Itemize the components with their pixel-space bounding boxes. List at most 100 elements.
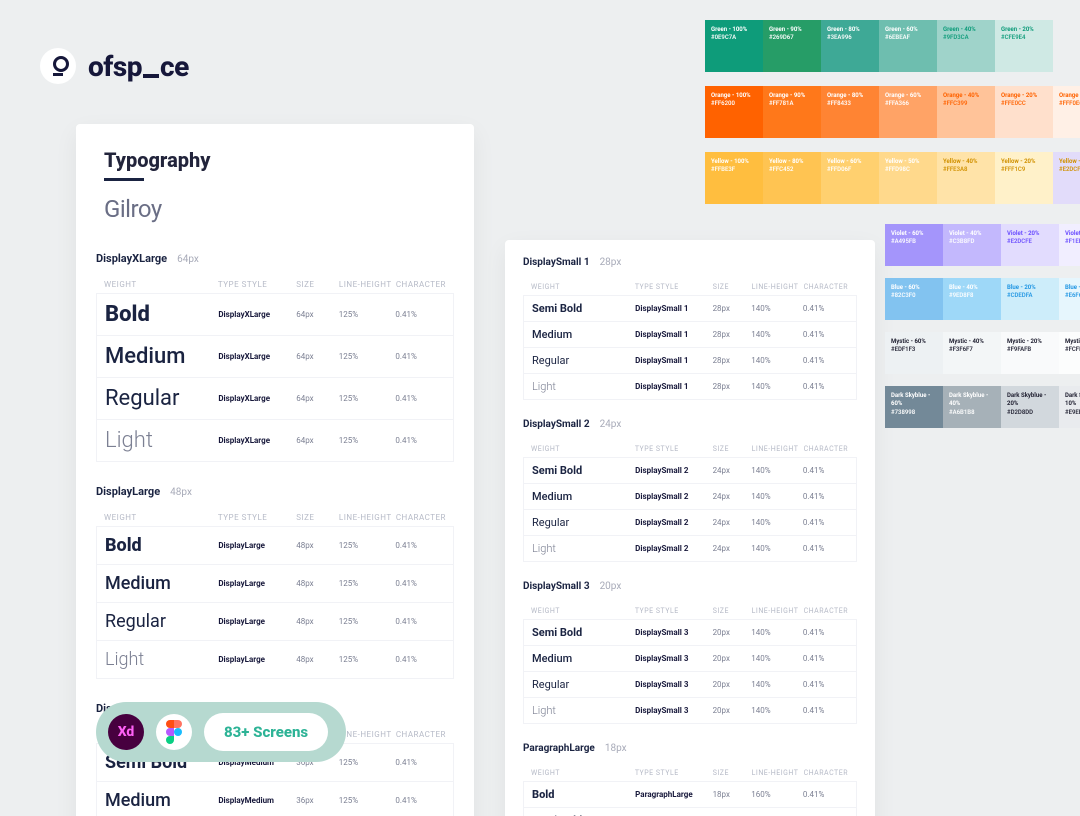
color-swatch: Blue - 60%#82C3F0 — [885, 278, 943, 320]
type-row: RegularDisplaySmall 224px140%0.41% — [523, 510, 857, 536]
color-swatch: Green - 100%#0E9C7A — [705, 20, 763, 72]
color-swatch: Yellow - 80%#FFC452 — [763, 152, 821, 204]
cell-size: 24px — [713, 466, 752, 475]
type-row: MediumDisplaySmall 320px140%0.41% — [523, 646, 857, 672]
cell-character: 0.41% — [395, 310, 445, 319]
color-swatch: Green - 80%#3EA996 — [821, 20, 879, 72]
platform-badge: Xd 83+ Screens — [96, 702, 346, 762]
cell-type-style: DisplayXLarge — [218, 436, 296, 445]
color-palette: Green - 100%#0E9C7AGreen - 90%#269D67Gre… — [705, 20, 1080, 440]
cell-type-style: DisplaySmall 3 — [635, 680, 712, 689]
weight-sample: Medium — [105, 344, 218, 369]
swatch-hex: #F9FAFB — [1007, 346, 1031, 353]
cell-size: 48px — [296, 655, 339, 664]
col-line-height: LINE-HEIGHT — [752, 445, 804, 453]
swatch-hex: #82C3F0 — [891, 292, 916, 299]
color-swatch: Orange - 60%#FFA366 — [879, 86, 937, 138]
type-group: ParagraphLarge 18px WEIGHTTYPE STYLESIZELI… — [505, 726, 875, 816]
cell-type-style: DisplayXLarge — [218, 394, 296, 403]
swatch-hex: #A6B1B8 — [949, 409, 975, 416]
cell-line-height: 140% — [751, 492, 803, 501]
type-row: LightDisplayLarge48px125%0.41% — [96, 641, 454, 679]
type-table-head: WEIGHTTYPE STYLESIZELINE-HEIGHTCHARACTER — [523, 765, 857, 781]
cell-line-height: 125% — [339, 579, 396, 588]
col-weight: WEIGHT — [531, 283, 635, 291]
brand-logo: ofspce — [40, 48, 189, 84]
cell-size: 48px — [296, 541, 339, 550]
cell-character: 0.41% — [803, 492, 848, 501]
col-type-style: TYPE STYLE — [635, 445, 713, 453]
type-table-head: WEIGHTTYPE STYLESIZELINE-HEIGHTCHARACTER — [96, 276, 454, 293]
color-swatch: Violet - 20%#E2DCFE — [1001, 224, 1059, 266]
color-swatch: Mystic - 10%#FCFDFD — [1059, 332, 1080, 374]
weight-sample: Bold — [105, 302, 218, 327]
cell-size: 20px — [713, 654, 752, 663]
cell-line-height: 125% — [339, 617, 396, 626]
cell-character: 0.41% — [803, 628, 848, 637]
swatch-hex: #FFD06F — [827, 166, 851, 173]
col-weight: WEIGHT — [104, 280, 218, 289]
swatch-hex: #0E9C7A — [711, 34, 736, 41]
cell-type-style: DisplayLarge — [218, 579, 296, 588]
cell-size: 64px — [296, 310, 339, 319]
weight-sample: Light — [105, 649, 218, 670]
col-line-height: LINE-HEIGHT — [752, 769, 804, 777]
type-group-size: 24px — [600, 419, 622, 430]
font-family-name: Gilroy — [104, 195, 446, 223]
col-line-height: LINE-HEIGHT — [752, 607, 804, 615]
type-group-name: DisplaySmall 2 — [523, 419, 590, 430]
cell-size: 64px — [296, 436, 339, 445]
type-table-head: WEIGHTTYPE STYLESIZELINE-HEIGHTCHARACTER — [96, 509, 454, 526]
swatch-hex: #FFF1C9 — [1001, 166, 1025, 173]
swatch-hex: #CFE9E4 — [1001, 34, 1025, 41]
type-group-size: 64px — [177, 254, 199, 265]
swatch-name: Dark Skyblue - 10% — [1065, 392, 1080, 409]
type-row: MediumDisplayMedium36px125%0.41% — [96, 782, 454, 816]
col-weight: WEIGHT — [531, 607, 635, 615]
swatch-hex: #E6F6FD — [1065, 292, 1080, 299]
cell-line-height: 125% — [339, 796, 396, 805]
cell-size: 20px — [713, 628, 752, 637]
swatch-hex: #FFA366 — [885, 100, 909, 107]
cell-line-height: 140% — [751, 544, 803, 553]
swatch-hex: #738998 — [891, 409, 915, 416]
type-row: BoldDisplayXLarge64px125%0.41% — [96, 293, 454, 336]
cell-line-height: 125% — [339, 541, 396, 550]
swatch-name: Dark Skyblue - 20% — [1007, 392, 1053, 409]
weight-sample: Medium — [532, 490, 635, 503]
cell-character: 0.41% — [395, 796, 445, 805]
cell-character: 0.41% — [395, 352, 445, 361]
cell-line-height: 140% — [751, 706, 803, 715]
type-row: Semi BoldParagraphLarge18px160%0.41% — [523, 808, 857, 816]
weight-sample: Light — [105, 428, 218, 453]
weight-sample: Medium — [532, 652, 635, 665]
type-group-name: ParagraphLarge — [523, 743, 595, 754]
color-swatch: Violet - 40%#C3B8FD — [943, 224, 1001, 266]
swatch-hex: #FFC399 — [943, 100, 967, 107]
swatch-hex: #6EBEAF — [885, 34, 910, 41]
swatch-hex: #9ED8F8 — [949, 292, 973, 299]
cell-type-style: DisplayLarge — [218, 617, 296, 626]
col-weight: WEIGHT — [104, 513, 218, 522]
weight-sample: Regular — [532, 354, 635, 367]
cell-character: 0.41% — [803, 790, 848, 799]
palette-row: Orange - 100%#FF6200Orange - 90%#FF781AO… — [705, 86, 1080, 138]
swatch-hex: #FFC452 — [769, 166, 793, 173]
type-group-size: 28px — [600, 257, 622, 268]
weight-sample: Semi Bold — [532, 626, 635, 639]
color-swatch: Green - 90%#269D67 — [763, 20, 821, 72]
col-character: CHARACTER — [396, 730, 446, 739]
cell-line-height: 125% — [339, 758, 396, 767]
swatch-hex: #F1EEFF — [1065, 238, 1080, 245]
cell-line-height: 140% — [751, 680, 803, 689]
type-group-name: DisplayXLarge — [96, 252, 167, 265]
weight-sample: Medium — [532, 328, 635, 341]
cell-size: 18px — [713, 790, 752, 799]
cell-type-style: DisplaySmall 2 — [635, 466, 712, 475]
swatch-hex: #269D67 — [769, 34, 794, 41]
swatch-hex: #9FD3CA — [943, 34, 969, 41]
swatch-name: Dark Skyblue - 40% — [949, 392, 995, 409]
type-row: RegularDisplayXLarge64px125%0.41% — [96, 378, 454, 420]
cell-size: 24px — [713, 544, 752, 553]
swatch-hex: #E2DCFA — [1059, 166, 1080, 173]
